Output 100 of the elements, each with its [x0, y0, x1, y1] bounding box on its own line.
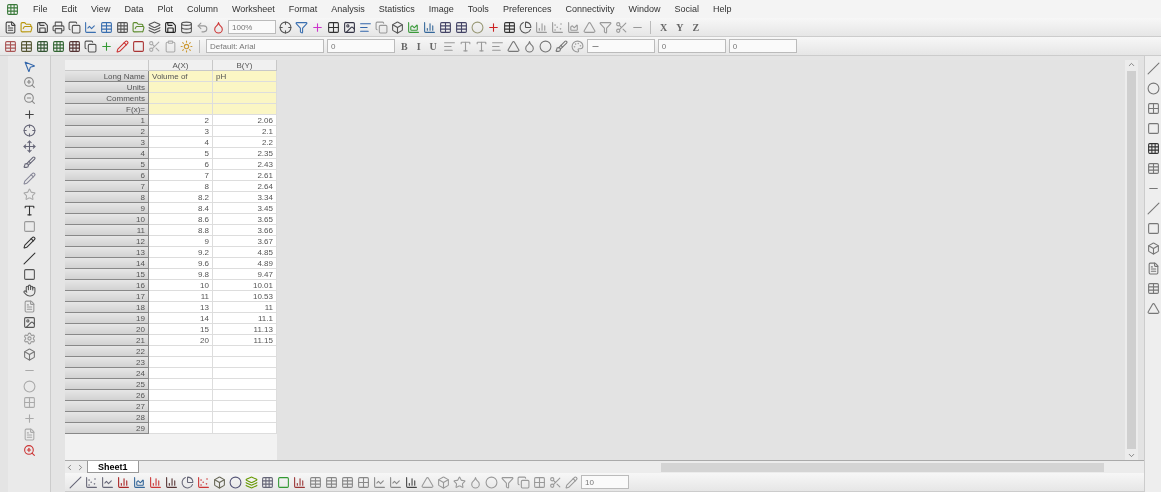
menu-item[interactable]: Column	[186, 4, 218, 14]
table-cell: 11.15	[213, 335, 277, 346]
menu-item[interactable]: Window	[628, 4, 661, 14]
line-width-field[interactable]: 0	[657, 39, 726, 53]
row-number: 21	[65, 335, 149, 346]
table-cell: 6	[149, 159, 213, 170]
table-cell: 3.66	[213, 225, 277, 236]
table-cell: 10.53	[213, 291, 277, 302]
row-number: 26	[65, 390, 149, 401]
row-number: 14	[65, 258, 149, 269]
axis-button[interactable]: X	[657, 21, 671, 33]
size-field[interactable]: 0	[728, 39, 797, 53]
row-number: 16	[65, 280, 149, 291]
table-cell: 2.06	[213, 115, 277, 126]
row-number: 28	[65, 412, 149, 423]
table-cell: 9.2	[149, 247, 213, 258]
menu-item[interactable]: Image	[428, 4, 454, 14]
menu-item[interactable]: View	[91, 4, 111, 14]
menu-item[interactable]: Statistics	[378, 4, 415, 14]
row-number: 7	[65, 181, 149, 192]
text-style-button[interactable]: I	[413, 40, 424, 52]
row-number: 24	[65, 368, 149, 379]
sheet-tab[interactable]: Sheet1	[87, 461, 139, 473]
axis-button[interactable]: Z	[689, 21, 703, 33]
row-number: 9	[65, 203, 149, 214]
column-header[interactable]: B(Y)	[213, 60, 277, 71]
table-cell: 11.1	[213, 313, 277, 324]
text-style-button[interactable]: B	[398, 40, 411, 52]
table-cell: 2	[149, 115, 213, 126]
table-cell: 14	[149, 313, 213, 324]
menu-item[interactable]: File	[33, 4, 48, 14]
row-number: 15	[65, 269, 149, 280]
table-cell: 11.13	[213, 324, 277, 335]
table-cell: 3.67	[213, 236, 277, 247]
row-number: 13	[65, 247, 149, 258]
menu-item[interactable]: Format	[288, 4, 318, 14]
table-cell: 2.61	[213, 170, 277, 181]
row-number: 27	[65, 401, 149, 412]
menu-item[interactable]: Worksheet	[231, 4, 275, 14]
row-number: 29	[65, 423, 149, 434]
table-cell: 8	[149, 181, 213, 192]
table-cell: 11	[149, 291, 213, 302]
row-number: 4	[65, 148, 149, 159]
axis-button[interactable]: Y	[673, 21, 687, 33]
font-size-field[interactable]: 0	[327, 39, 395, 53]
table-cell: 10.01	[213, 280, 277, 291]
row-number: 23	[65, 357, 149, 368]
row-number: 1	[65, 115, 149, 126]
column-header[interactable]: A(X)	[149, 60, 213, 71]
table-cell: 9.47	[213, 269, 277, 280]
table-cell: 2.64	[213, 181, 277, 192]
row-number: 18	[65, 302, 149, 313]
row-number: 3	[65, 137, 149, 148]
menu-item[interactable]: Analysis	[331, 4, 365, 14]
table-cell: 3.45	[213, 203, 277, 214]
menu-item[interactable]: Tools	[467, 4, 489, 14]
table-cell: 2.2	[213, 137, 277, 148]
row-number: 8	[65, 192, 149, 203]
size-field[interactable]: 10	[581, 475, 629, 489]
table-cell: 9.8	[149, 269, 213, 280]
row-number: 22	[65, 346, 149, 357]
table-cell: 15	[149, 324, 213, 335]
menu-item[interactable]: Plot	[157, 4, 173, 14]
row-label: Units	[65, 82, 149, 93]
row-number: 5	[65, 159, 149, 170]
table-cell: 11	[213, 302, 277, 313]
row-number: 17	[65, 291, 149, 302]
menu-item[interactable]: Connectivity	[565, 4, 615, 14]
row-number: 10	[65, 214, 149, 225]
table-cell: 3	[149, 126, 213, 137]
row-number: 2	[65, 126, 149, 137]
table-cell: 5	[149, 148, 213, 159]
menu-item[interactable]: Help	[712, 4, 732, 14]
table-cell: 9.6	[149, 258, 213, 269]
menu-item[interactable]: Data	[124, 4, 144, 14]
table-cell: 2.43	[213, 159, 277, 170]
menu-item[interactable]: Edit	[61, 4, 78, 14]
table-cell: 10	[149, 280, 213, 291]
table-cell: 8.2	[149, 192, 213, 203]
row-number: 12	[65, 236, 149, 247]
table-cell: 20	[149, 335, 213, 346]
table-cell: 4.85	[213, 247, 277, 258]
table-cell: 4	[149, 137, 213, 148]
row-label: F(x)=	[65, 104, 149, 115]
table-cell: 7	[149, 170, 213, 181]
row-number: 19	[65, 313, 149, 324]
table-cell: 2.35	[213, 148, 277, 159]
menu-item[interactable]: Preferences	[502, 4, 552, 14]
zoom-field[interactable]: 100%	[228, 20, 276, 34]
row-number: 6	[65, 170, 149, 181]
menu-item[interactable]: Social	[674, 4, 699, 14]
table-cell: 3.34	[213, 192, 277, 203]
font-field[interactable]: Default: Arial	[206, 39, 324, 53]
row-number: 25	[65, 379, 149, 390]
row-number: 20	[65, 324, 149, 335]
table-cell: 8.6	[149, 214, 213, 225]
text-style-button[interactable]: U	[426, 40, 440, 52]
table-cell: 8.8	[149, 225, 213, 236]
table-cell: 4.89	[213, 258, 277, 269]
table-cell: 9	[149, 236, 213, 247]
